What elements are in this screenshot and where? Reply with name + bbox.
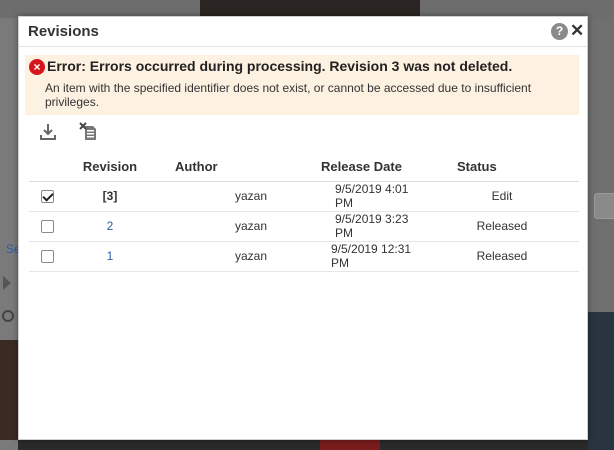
close-icon[interactable]: ✕ xyxy=(570,21,584,41)
revision-link[interactable]: 1 xyxy=(107,249,114,263)
header-release-date[interactable]: Release Date xyxy=(285,153,425,182)
table-header-row: Revision Author Release Date Status xyxy=(29,153,579,182)
revision-cell: 1 xyxy=(65,241,155,272)
error-icon: × xyxy=(29,59,45,75)
delete-icon xyxy=(79,122,96,140)
row-checkbox[interactable] xyxy=(40,250,54,264)
author-cell: yazan xyxy=(155,181,285,212)
row-select-cell xyxy=(29,241,65,272)
background-thumbnail xyxy=(0,340,18,440)
background-upload-button xyxy=(594,193,614,219)
background-bottom-photo xyxy=(320,440,380,450)
row-select-cell xyxy=(29,181,65,212)
revision-cell: 2 xyxy=(65,211,155,242)
help-icon[interactable]: ? xyxy=(551,23,568,40)
revision-cell: [3] xyxy=(65,181,155,212)
header-select xyxy=(29,153,65,182)
background-bottom-strip xyxy=(18,440,588,450)
background-arrow-icon xyxy=(3,276,11,290)
row-checkbox[interactable] xyxy=(40,190,54,204)
status-cell: Released xyxy=(425,241,579,272)
error-title: Error: Errors occurred during processing… xyxy=(47,58,513,74)
background-search-icon xyxy=(2,310,14,322)
dialog-title: Revisions xyxy=(28,23,99,40)
header-revision[interactable]: Revision xyxy=(65,153,155,182)
table-row[interactable]: 1 yazan 9/5/2019 12:31 PM Released xyxy=(29,241,579,272)
row-select-cell xyxy=(29,211,65,242)
release-date-cell: 9/5/2019 12:31 PM xyxy=(285,241,425,272)
toolbar xyxy=(19,121,589,145)
download-icon xyxy=(40,124,56,140)
table-row[interactable]: 2 yazan 9/5/2019 3:23 PM Released xyxy=(29,211,579,242)
delete-revision-button[interactable] xyxy=(78,121,100,143)
header-status[interactable]: Status xyxy=(425,153,579,182)
revision-link[interactable]: 2 xyxy=(107,219,114,233)
revisions-table: Revision Author Release Date Status [3] … xyxy=(29,153,579,272)
status-cell: Edit xyxy=(425,181,579,212)
row-checkbox[interactable] xyxy=(40,220,54,234)
header-author[interactable]: Author xyxy=(155,153,285,182)
background-photo-right xyxy=(588,312,614,450)
error-detail: An item with the specified identifier do… xyxy=(45,81,532,109)
download-button[interactable] xyxy=(37,121,59,143)
author-cell: yazan xyxy=(155,241,285,272)
release-date-cell: 9/5/2019 3:23 PM xyxy=(285,211,425,242)
table-row[interactable]: [3] yazan 9/5/2019 4:01 PM Edit xyxy=(29,181,579,212)
release-date-cell: 9/5/2019 4:01 PM xyxy=(285,181,425,212)
error-message: × Error: Errors occurred during processi… xyxy=(25,55,579,115)
revision-number: [3] xyxy=(102,189,118,203)
author-cell: yazan xyxy=(155,211,285,242)
status-cell: Released xyxy=(425,211,579,242)
revisions-dialog: Revisions ? ✕ × Error: Errors occurred d… xyxy=(18,16,588,440)
dialog-header: Revisions ? ✕ xyxy=(19,17,587,47)
